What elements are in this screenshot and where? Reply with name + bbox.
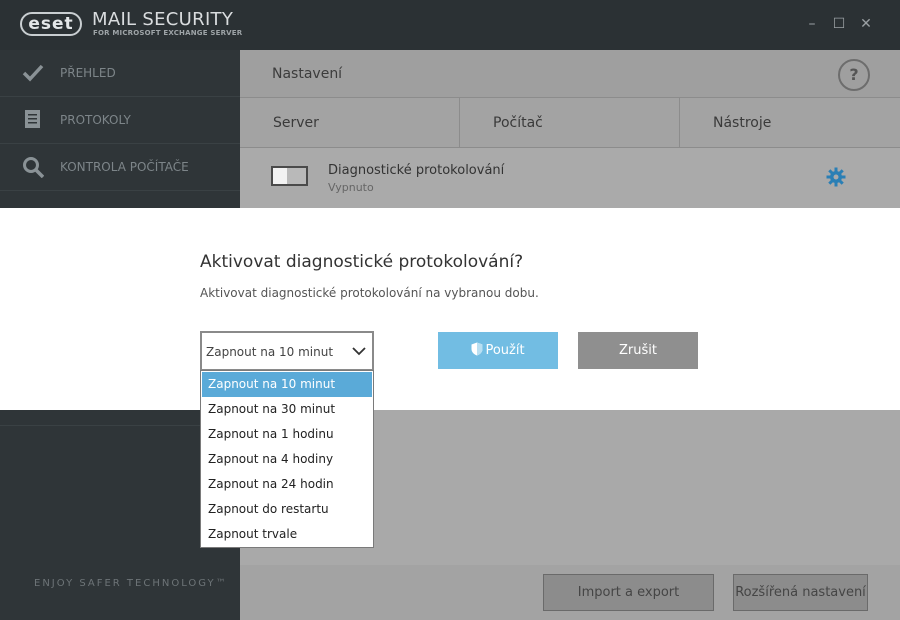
option-10-minutes[interactable]: Zapnout na 10 minut (202, 372, 372, 397)
sidebar-item-scan[interactable]: KONTROLA POČÍTAČE (0, 144, 240, 191)
tab-label: Nástroje (713, 115, 772, 131)
cancel-button[interactable]: Zrušit (578, 332, 698, 369)
product-name: MAIL SECURITY (92, 9, 234, 30)
diagnostic-title: Diagnostické protokolování (328, 163, 505, 178)
bottom-bar: Import a export nastavení Rozšířená nast… (240, 565, 900, 620)
sidebar-item-label: PROTOKOLY (60, 113, 131, 127)
help-button[interactable]: ? (838, 59, 870, 91)
gear-icon[interactable] (826, 167, 846, 187)
minimize-button[interactable]: – (802, 14, 822, 34)
option-permanent[interactable]: Zapnout trvale (202, 522, 372, 547)
page-title: Nastavení (272, 66, 343, 82)
dialog-title: Aktivovat diagnostické protokolování? (200, 252, 524, 272)
apply-button[interactable]: Použít (438, 332, 558, 369)
close-button[interactable]: ✕ (856, 14, 876, 34)
sidebar-item-label: KONTROLA POČÍTAČE (60, 160, 189, 174)
selected-value: Zapnout na 10 minut (206, 345, 334, 359)
tab-label: Počítač (493, 115, 543, 131)
option-until-restart[interactable]: Zapnout do restartu (202, 497, 372, 522)
duration-select[interactable]: Zapnout na 10 minut (200, 331, 374, 371)
check-icon (22, 64, 44, 82)
maximize-button[interactable]: ☐ (829, 14, 849, 34)
search-icon (23, 157, 44, 178)
option-30-minutes[interactable]: Zapnout na 30 minut (202, 397, 372, 422)
tab-tools[interactable]: Nástroje (680, 98, 900, 148)
option-24-hours[interactable]: Zapnout na 24 hodin (202, 472, 372, 497)
title-bar: eset MAIL SECURITY FOR MICROSOFT EXCHANG… (0, 0, 900, 50)
sidebar-item-label: PŘEHLED (60, 66, 116, 80)
advanced-settings-button[interactable]: Rozšířená nastavení (733, 574, 868, 611)
diagnostic-logging-row: Diagnostické protokolování Vypnuto (240, 148, 900, 208)
sidebar-item-logs[interactable]: PROTOKOLY (0, 97, 240, 144)
dialog-description: Aktivovat diagnostické protokolování na … (200, 286, 539, 300)
duration-dropdown-list: Zapnout na 10 minut Zapnout na 30 minut … (200, 370, 374, 548)
diagnostic-toggle[interactable] (271, 166, 308, 186)
tab-computer[interactable]: Počítač (460, 98, 680, 148)
log-icon (25, 110, 40, 128)
activate-diagnostic-dialog: Aktivovat diagnostické protokolování? Ak… (0, 208, 900, 410)
shield-icon (471, 342, 483, 356)
product-subtitle: FOR MICROSOFT EXCHANGE SERVER (93, 29, 243, 37)
tab-server[interactable]: Server (240, 98, 460, 148)
tab-bar: Server Počítač Nástroje (240, 98, 900, 148)
main-header: Nastavení ? (240, 50, 900, 98)
chevron-down-icon (352, 347, 366, 356)
sidebar-item-overview[interactable]: PŘEHLED (0, 50, 240, 97)
option-4-hours[interactable]: Zapnout na 4 hodiny (202, 447, 372, 472)
toggle-knob (273, 168, 287, 184)
diagnostic-state: Vypnuto (328, 181, 374, 194)
tab-label: Server (273, 115, 319, 131)
import-export-button[interactable]: Import a export nastavení (543, 574, 714, 611)
option-1-hour[interactable]: Zapnout na 1 hodinu (202, 422, 372, 447)
tagline: ENJOY SAFER TECHNOLOGY™ (34, 578, 228, 589)
eset-logo: eset (20, 12, 82, 36)
apply-label: Použít (485, 343, 525, 358)
